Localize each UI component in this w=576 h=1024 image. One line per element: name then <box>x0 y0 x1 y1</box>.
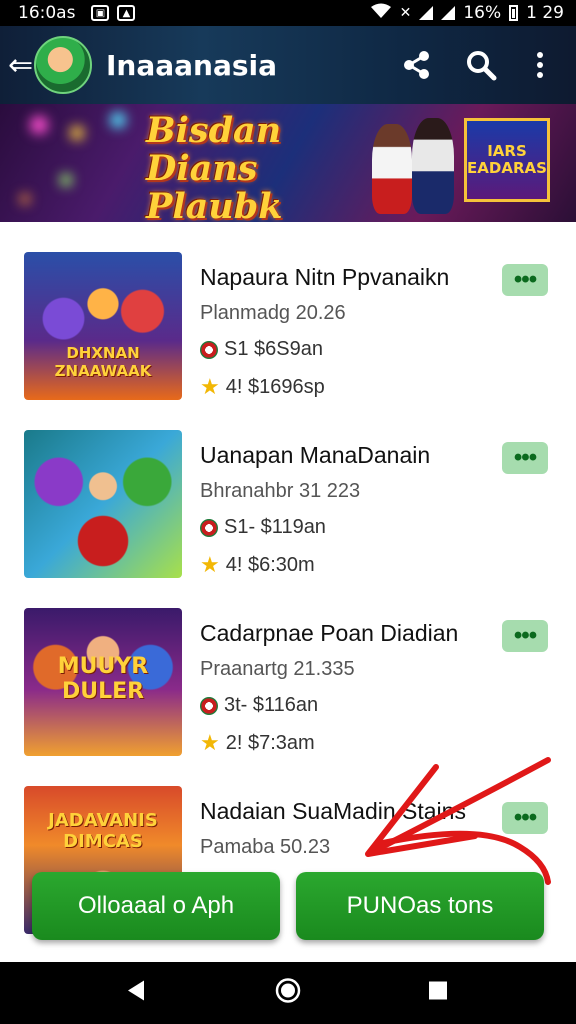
game-rating-row: ★ 4! $6:30m <box>200 552 315 578</box>
banner-fighter-art-2 <box>412 118 454 214</box>
status-bar: 16:0as ▣ ▲ ✕ 16% 1 29 <box>0 0 576 26</box>
battery-icon <box>509 5 519 21</box>
share-icon[interactable] <box>399 47 435 83</box>
game-rating-row: ★ 4! $1696sp <box>200 374 325 400</box>
game-subtitle: Praanartg 21.335 <box>200 658 355 680</box>
game-name: Nadaian SuaMadin Stains <box>200 798 466 824</box>
game-rating-row: ★ 2! $7:3am <box>200 730 315 756</box>
game-price: S1- $119an <box>224 516 326 538</box>
back-arrow-icon[interactable]: ⇐ <box>8 48 33 83</box>
download-app-button[interactable]: Olloaaal o Aph <box>32 872 280 940</box>
more-options-button[interactable]: ••• <box>502 802 548 834</box>
game-subtitle: Planmadg 20.26 <box>200 302 346 324</box>
search-icon[interactable] <box>463 47 499 83</box>
more-vert-icon[interactable] <box>522 47 558 83</box>
status-clock: 1 29 <box>526 3 564 23</box>
game-rating: 4! $1696sp <box>225 375 325 398</box>
game-name: Napaura Nitn Ppvanaikn <box>200 264 450 290</box>
notification-app-icon: ▣ <box>91 5 110 21</box>
list-item[interactable]: DHXNAN ZNAAWAAK Napaura Nitn Ppvanaikn P… <box>0 250 576 420</box>
banner-fighter-art <box>372 124 412 214</box>
game-list: DHXNAN ZNAAWAAK Napaura Nitn Ppvanaikn P… <box>0 222 576 962</box>
list-item[interactable]: MUUYR DULER Cadarpnae Poan Diadian Praan… <box>0 606 576 776</box>
nav-home-icon[interactable] <box>275 978 301 1009</box>
list-item[interactable]: Uanapan ManaDanain Bhranahbr 31 223 S1- … <box>0 428 576 598</box>
thumbnail-title: MUUYR DULER <box>57 654 149 704</box>
game-price: S1 $6S9an <box>224 338 323 360</box>
battery-percent: 16% <box>463 3 502 23</box>
thumbnail-title: JADAVANIS DIMCAS <box>48 810 158 852</box>
signal-icon <box>419 6 434 20</box>
signal-icon-2 <box>441 6 456 20</box>
status-time: 16:0as <box>18 3 76 23</box>
app-bar: ⇐ Inaaanasia <box>0 26 576 104</box>
star-icon: ★ <box>200 730 220 755</box>
game-name: Cadarpnae Poan Diadian <box>200 620 459 646</box>
star-icon: ★ <box>200 552 220 577</box>
banner-badge: IARS EADARAS <box>464 118 550 202</box>
price-icon <box>200 518 218 537</box>
price-icon <box>200 696 218 715</box>
purchase-button[interactable]: PUNOas tons <box>296 872 544 940</box>
app-title: Inaaanasia <box>106 48 278 82</box>
wifi-icon <box>370 3 392 24</box>
game-price-row: 3t- $116an <box>200 694 318 717</box>
price-icon <box>200 340 218 359</box>
system-nav-bar <box>0 962 576 1024</box>
game-thumbnail[interactable]: MUUYR DULER <box>24 608 182 756</box>
game-thumbnail[interactable] <box>24 430 182 578</box>
game-rating: 4! $6:30m <box>225 553 315 576</box>
thumbnail-title: DHXNAN ZNAAWAAK <box>54 344 152 380</box>
game-price-row: S1- $119an <box>200 516 326 539</box>
game-price: 3t- $116an <box>224 694 319 716</box>
game-subtitle: Bhranahbr 31 223 <box>200 480 361 502</box>
star-icon: ★ <box>200 374 220 399</box>
more-options-button[interactable]: ••• <box>502 620 548 652</box>
app-logo <box>34 36 92 94</box>
nav-back-icon[interactable] <box>126 980 146 1007</box>
nav-recents-icon[interactable] <box>428 981 448 1006</box>
game-subtitle: Pamaba 50.23 <box>200 836 331 858</box>
game-thumbnail[interactable]: DHXNAN ZNAAWAAK <box>24 252 182 400</box>
promo-banner[interactable]: Bisdan Dians Plaubk IARS EADARAS <box>0 104 576 222</box>
notification-image-icon: ▲ <box>117 5 136 21</box>
more-options-button[interactable]: ••• <box>502 264 548 296</box>
game-price-row: S1 $6S9an <box>200 338 323 361</box>
signal-x-icon: ✕ <box>399 5 412 21</box>
game-rating: 2! $7:3am <box>225 731 315 754</box>
banner-title: Bisdan Dians Plaubk <box>146 110 283 223</box>
game-name: Uanapan ManaDanain <box>200 442 431 468</box>
more-options-button[interactable]: ••• <box>502 442 548 474</box>
